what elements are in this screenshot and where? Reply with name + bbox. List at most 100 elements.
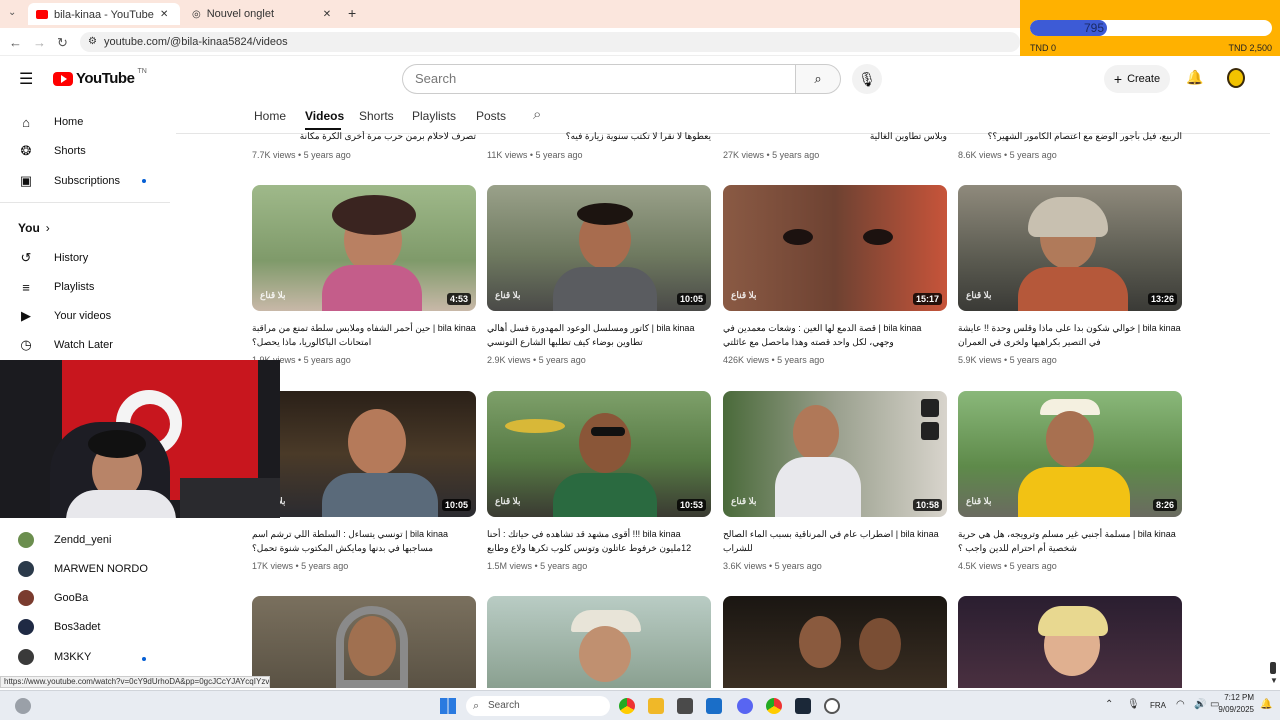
channel-watermark: بلا قناع [731,496,757,506]
scrollbar-thumb[interactable] [1270,662,1276,674]
create-button[interactable]: + Create [1104,65,1170,93]
video-thumbnail[interactable] [723,596,947,688]
channel-search-icon[interactable]: ⌕ [533,106,541,123]
outlook-icon[interactable] [706,698,722,714]
tab-home[interactable]: Home [254,109,286,123]
add-to-queue-overlay-icon[interactable] [921,422,939,440]
sidebar-sub-item[interactable]: MARWEN NORDO [18,559,168,579]
chrome-taskbar-icon[interactable] [619,698,635,714]
reload-icon[interactable]: ↻ [57,35,68,51]
video-meta: 27K views • 5 years ago [723,150,820,160]
sidebar-item-shorts[interactable]: ❂ Shorts [18,141,168,161]
watch-later-overlay-icon[interactable] [921,399,939,417]
video-thumbnail[interactable]: بلا قناع 10:58 [723,391,947,517]
tab-playlists[interactable]: Playlists [412,109,456,123]
new-content-dot [142,657,146,661]
video-title[interactable]: bila kinaa !!! أقوى مشهد قد تشاهده في حي… [487,527,711,555]
video-title[interactable]: تصرف لاحلام برمن حرب مرة أخرى الكرة مكان… [252,131,476,142]
search-input[interactable]: Search [402,64,796,94]
url-field[interactable]: ⚙ youtube.com/@bila-kinaa5824/videos [80,32,1020,52]
search-button[interactable]: ⌕ [795,64,841,94]
back-icon[interactable]: ← [9,35,22,50]
video-title[interactable]: وبلاس تطاوين الغالية [723,131,947,142]
chrome-active-icon[interactable] [766,698,782,714]
new-tab-button[interactable]: + [348,5,356,21]
tray-chevron-icon[interactable]: ⌃ [1105,699,1113,710]
sidebar-item-playlists[interactable]: ≡ Playlists [18,277,168,297]
video-thumbnail[interactable]: بلا قناع 10:05 [252,391,476,517]
widgets-icon[interactable] [15,698,31,714]
video-duration: 13:26 [1147,293,1177,305]
video-thumbnail[interactable]: بلا قناع 8:26 [958,391,1182,517]
tab-videos[interactable]: Videos [305,109,344,123]
file-explorer-icon[interactable] [648,698,664,714]
channel-watermark: بلا قناع [260,290,286,300]
close-icon[interactable]: ✕ [323,9,331,20]
country-code: TN [137,68,147,75]
video-title[interactable]: bila kinaa | قصة الدمع لها العين : وشعات… [723,321,947,349]
video-title[interactable]: bila kinaa | اضطراب عام في المرناقية بسب… [723,527,947,555]
microphone-tray-icon[interactable]: 🎙 [1127,699,1140,710]
youtube-logo[interactable]: YouTube TN [53,68,147,87]
video-thumbnail[interactable] [252,596,476,688]
sidebar-item-home[interactable]: ⌂ Home [18,112,168,132]
tab-new[interactable]: ◎ Nouvel onglet ✕ [184,3,340,25]
sidebar-item-your-videos[interactable]: ▶ Your videos [18,306,168,326]
menu-icon[interactable]: ☰ [19,69,33,89]
close-icon[interactable]: ✕ [160,9,168,20]
channel-watermark: بلا قناع [495,290,521,300]
video-title[interactable]: bila kinaa | مسلمة أجنبي غير مسلم وترويج… [958,527,1182,555]
video-title[interactable]: bila kinaa | خوالي شكون بدا على ماذا وقل… [958,321,1182,349]
tab-posts[interactable]: Posts [476,109,506,123]
sidebar-sub-item[interactable]: Zendd_yeni [18,530,168,550]
video-thumbnail[interactable] [487,596,711,688]
wifi-icon[interactable]: ◠ [1176,699,1185,710]
steam-icon[interactable] [795,698,811,714]
video-title[interactable]: bila kinaa | كاتور ومسلسل الوعود المهدور… [487,321,711,349]
video-title[interactable]: يعطوها لا نقرا لا تكتب سنوية زيارة فيه؟ [487,131,711,142]
language-indicator[interactable]: FRA [1150,701,1166,710]
discord-icon[interactable] [737,698,753,714]
taskbar-search[interactable]: ⌕ Search [466,696,610,716]
chevron-right-icon: › [45,221,50,235]
sidebar-sub-item[interactable]: Bos3adet [18,617,168,637]
sidebar-sub-item[interactable]: GooBa [18,588,168,608]
video-title[interactable]: bila kinaa | تونسي يتساءل : السلطة اللي … [252,527,476,555]
clock-date[interactable]: 9/09/2025 [1210,705,1254,714]
sidebar-you-header[interactable]: You › [18,218,168,238]
your-videos-icon: ▶ [21,308,31,323]
sidebar-item-watch-later[interactable]: ◷ Watch Later [18,335,168,355]
video-title[interactable]: الربيع، فيل بأجور الوضع مع اعتصام الكامو… [958,131,1182,142]
globe-icon: ◎ [192,8,201,20]
shorts-icon: ❂ [20,143,32,158]
windows-start-icon[interactable] [440,698,456,714]
scroll-down-icon[interactable]: ▼ [1270,676,1278,685]
donation-value: 795 [1084,21,1105,35]
channel-watermark: بلا قناع [966,290,992,300]
obs-icon[interactable] [824,698,840,714]
forward-icon[interactable]: → [33,35,46,50]
volume-icon[interactable]: 🔊 [1194,699,1206,710]
tab-shorts[interactable]: Shorts [359,109,394,123]
tab-youtube[interactable]: bila-kinaa - YouTube يلا لقناع ✕ [28,3,180,25]
sidebar-item-history[interactable]: ↺ History [18,248,168,268]
video-thumbnail[interactable]: بلا قناع 10:53 [487,391,711,517]
clock-time[interactable]: 7:12 PM [1216,693,1254,702]
account-avatar[interactable] [1227,68,1245,88]
notification-center-icon[interactable]: 🔔 [1260,699,1272,710]
active-tab-underline [305,128,341,130]
video-thumbnail[interactable]: بلا قناع 13:26 [958,185,1182,311]
tab-list-icon[interactable]: ⌄ [8,7,16,18]
video-thumbnail[interactable]: بلا قناع 4:53 [252,185,476,311]
video-title[interactable]: bila kinaa | حين أحمر الشفاه وملابس سلطة… [252,321,476,349]
voice-search-button[interactable]: 🎙 [852,64,882,94]
notifications-bell-icon[interactable]: 🔔 [1186,69,1203,86]
video-thumbnail[interactable]: بلا قناع 15:17 [723,185,947,311]
youtube-play-icon [53,71,73,86]
subscriptions-icon: ▣ [19,173,33,188]
store-icon[interactable] [677,698,693,714]
donation-progress-bar: 795 [1030,20,1272,36]
video-thumbnail[interactable] [958,596,1182,688]
video-thumbnail[interactable]: بلا قناع 10:05 [487,185,711,311]
site-info-icon[interactable]: ⚙ [88,32,97,52]
